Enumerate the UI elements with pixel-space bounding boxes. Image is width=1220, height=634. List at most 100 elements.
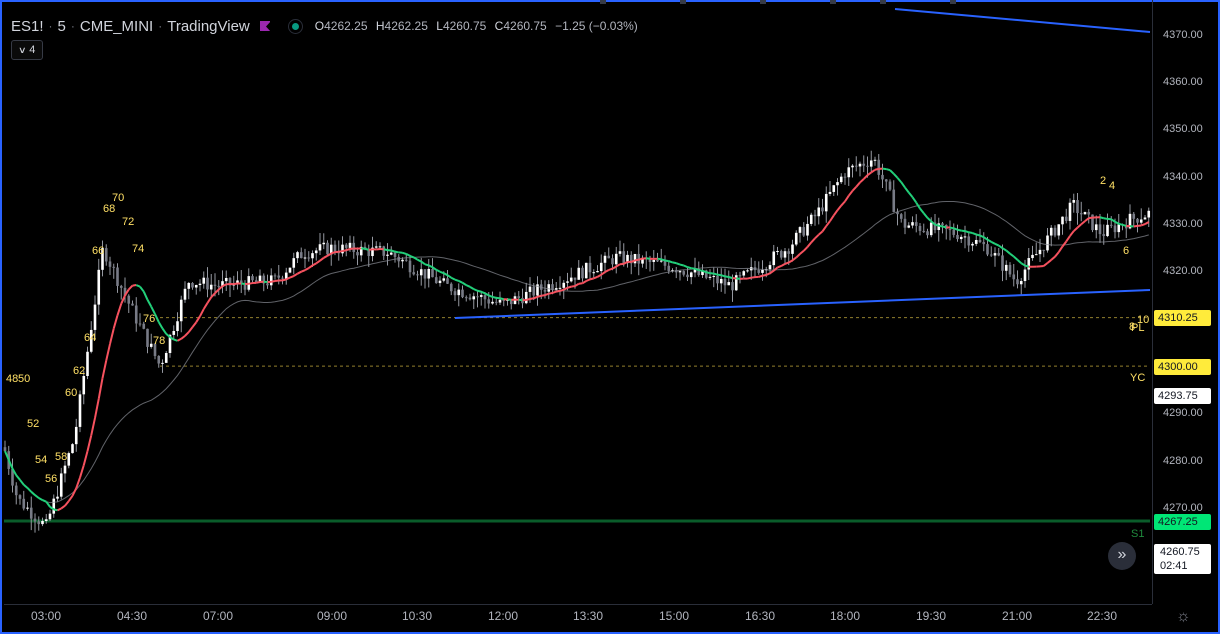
ema-segment [1009,252,1015,258]
candle-body [524,291,528,304]
candle-body [828,191,832,194]
candle-body [1083,212,1087,215]
ema-segment [180,335,186,340]
candle-body [494,301,498,303]
ema-segment [694,267,700,272]
high-value: 4262.25 [384,19,428,33]
candle-body [768,265,772,270]
ema-segment [1046,259,1052,264]
market-status-icon[interactable] [287,18,303,34]
ema-segment [60,504,66,510]
ema-segment [1013,255,1019,261]
candle-body [326,242,329,255]
price-label-4300: 4300.00 [1154,359,1211,375]
ema-segment [97,377,104,400]
ema-segment [454,278,460,282]
candle-body [974,239,978,244]
ema-segment [64,500,70,507]
bar-count-label: 66 [92,245,104,257]
candle-body [479,295,483,297]
candle-body [1031,254,1034,259]
candle-body [104,248,108,262]
ema-segment [271,280,276,283]
ema-segment [499,297,504,301]
ema-segment [86,435,93,452]
symbol-name[interactable]: ES1! [11,18,44,35]
indicator-count: 4 [29,44,36,56]
candle-body [37,521,41,525]
ema-segment [1005,249,1011,255]
ema-segment [349,247,354,250]
candle-body [1087,212,1091,215]
candle-body [532,286,536,296]
candle-body [858,163,862,167]
bar-count-label: 56 [45,473,57,485]
ema-segment [364,247,370,251]
candle-body [821,207,824,212]
candle-body [1117,224,1121,233]
candle-body [1079,213,1083,215]
ema-segment [1016,259,1022,265]
scroll-to-realtime-button[interactable]: » [1108,542,1136,570]
candle-body [1068,202,1072,221]
ema-segment [1024,264,1030,268]
ema-segment [1076,223,1082,229]
ema-segment [1061,240,1068,248]
candle-body [611,258,614,265]
bar-count-label: 2 [1100,175,1106,187]
ema-segment [934,223,939,227]
candle-body [839,176,843,183]
ema-segment [297,270,302,275]
chart-canvas[interactable]: 48 5052545658606264666870727476782 46810PL… [0,0,1152,604]
candle-body [179,299,183,322]
ema-segment [135,284,141,288]
ema-segment [1122,223,1127,227]
ema-segment [866,171,872,177]
symbol-header[interactable]: ES1! · 5 · CME_MINI · TradingView O4262.… [11,16,643,36]
candle-body [708,276,712,278]
gear-icon[interactable]: ☼ [1176,608,1191,626]
candle-body [22,498,26,509]
ema-segment [26,487,32,493]
bar-count-label: 52 [27,418,39,430]
candle-body [29,507,33,519]
candle-body [551,284,554,290]
candle-body [746,270,749,272]
interval-label[interactable]: 5 [58,18,66,35]
ema-segment [15,474,21,481]
candle-body [558,287,562,289]
candle-body [528,286,532,292]
candle-body [206,277,209,290]
ema-segment [972,232,977,236]
indicators-toggle-button[interactable]: ∨ 4 [11,40,43,60]
ema-segment [581,280,587,285]
candle-body [416,274,419,276]
ema-segment [241,282,246,285]
candle-body [393,252,397,257]
ema-segment [34,494,40,499]
separator-dot: · [158,19,163,33]
price-tick: 4280.00 [1163,455,1203,467]
ema-segment [323,254,328,259]
ema-segment [548,291,553,295]
ema-segment [608,267,613,271]
flag-icon[interactable] [259,21,270,31]
ema-segment [1043,262,1049,267]
ema-segment [420,260,426,266]
ema-segment [578,282,583,285]
price-label-s1: 4267.25 [1154,514,1211,530]
low-value: 4260.75 [442,19,487,33]
ema-segment [1001,247,1007,252]
candle-body [59,473,63,497]
time-axis-divider [4,604,1152,605]
ema-segment [1099,216,1105,220]
candle-body [131,303,134,306]
candle-body [652,259,656,262]
ema-segment [1118,222,1123,226]
ema-segment [173,338,178,342]
ema-segment [405,253,411,257]
last-price-label: 4260.75 02:41 [1154,544,1211,574]
annotation-yc: YC [1130,372,1145,384]
candle-body [209,284,213,290]
candle-body [476,296,479,298]
